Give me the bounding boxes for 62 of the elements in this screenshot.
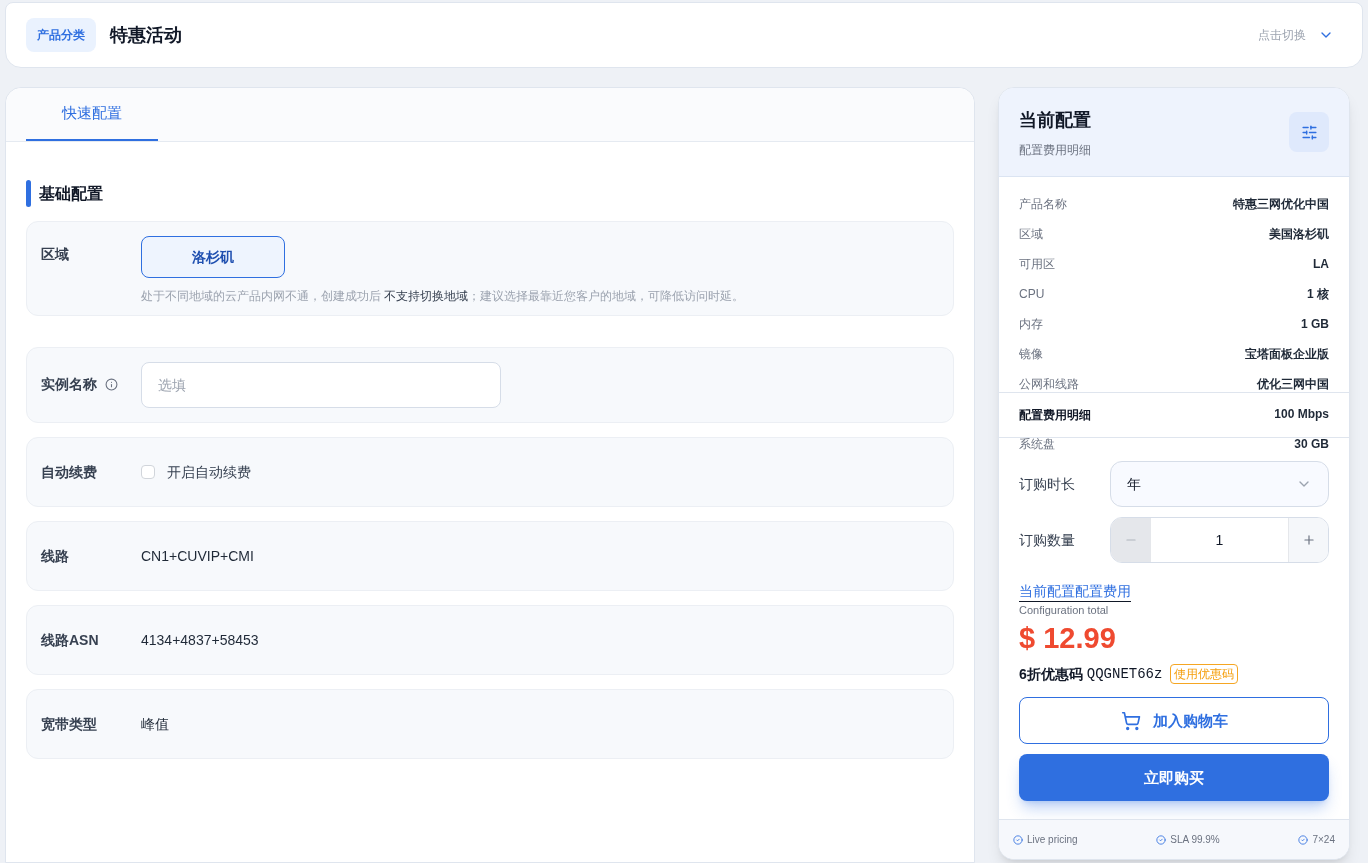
coupon-label: 6折优惠码 [1019,665,1083,685]
summary-value: 美国洛杉矶 [1269,226,1329,242]
summary-label: 公网和线路 [1019,376,1079,392]
field-label: 自动续费 [41,463,97,482]
field-label: 线路 [41,547,69,566]
tab[interactable]: 快速配置 [26,88,158,141]
field-label: 区域 [41,245,70,264]
summary-value: 特惠三网优化中国 [1233,196,1329,212]
duration-select[interactable]: 年 [1110,461,1329,507]
add-to-cart-button[interactable]: 加入购物车 [1019,697,1329,745]
field-label: 线路ASN [41,631,99,650]
buy-now-button[interactable]: 立即购买 [1019,754,1329,802]
footer-note: SLA 99.9% [1170,833,1220,847]
summary-label: 产品名称 [1019,196,1067,212]
summary-label: 可用区 [1019,256,1055,272]
summary-value: 1 GB [1301,316,1329,332]
switch-link[interactable]: 点击切换 [1258,27,1306,43]
field-value: CN1+CUVIP+CMI [141,547,254,566]
summary-value: 优化三网中国 [1257,376,1329,392]
total-caption: Configuration total [1019,602,1109,618]
summary-title: 当前配置 [1019,109,1091,132]
field-label: 宽带类型 [41,715,97,734]
quantity-label: 订购数量 [1019,531,1076,550]
summary-value: 宝塔面板企业版 [1245,346,1329,362]
summary-label: 内存 [1019,316,1043,332]
summary-value: 1 核 [1307,286,1329,302]
summary-value: LA [1313,256,1329,272]
region-option[interactable]: 洛杉矶 [141,236,285,278]
plus-icon [1301,533,1316,547]
check-icon [1156,834,1167,845]
detail-band-title: 配置费用明细 [1019,407,1091,423]
footer-note: 7×24 [1312,833,1335,847]
info-icon[interactable] [105,377,118,391]
summary-subtitle: 配置费用明细 [1019,142,1091,158]
sliders-icon [1300,123,1318,141]
page-title: 特惠活动 [110,24,182,47]
coupon-code: QQGNET66z [1086,665,1163,685]
summary-label: 镜像 [1019,346,1043,362]
hint-text: 处于不同地域的云产品内网不通，创建成功后 不支持切换地域；建议选择最靠近您客户的地域，可降低访问时延。 [141,288,745,304]
field-value: 4134+4837+58453 [141,631,259,650]
summary-label: CPU [1019,286,1045,302]
cart-icon [1120,710,1141,731]
summary-value: 100 Mbps [1274,406,1329,422]
category-badge[interactable]: 产品分类 [26,18,96,52]
check-icon [1013,834,1023,845]
field-label: 实例名称 [41,375,97,394]
section-marker [26,180,31,207]
summary-label: 区域 [1019,226,1043,242]
check-icon [1298,834,1309,845]
checkbox[interactable] [141,465,155,479]
total-link[interactable]: 当前配置配置费用 [1019,583,1131,602]
section-title: 基础配置 [39,183,103,204]
summary-value: 30 GB [1294,436,1329,452]
price: $ 12.99 [1019,621,1116,656]
instance-name-field[interactable]: 选填 [141,362,501,408]
summary-label: 系统盘 [1019,436,1055,452]
settings-button[interactable] [1289,112,1329,152]
duration-label: 订购时长 [1019,475,1076,494]
checkbox-label: 开启自动续费 [167,463,251,482]
footer-note: Live pricing [1027,833,1078,847]
quantity-value: 1 [1214,531,1225,550]
field-value: 峰值 [141,715,169,734]
